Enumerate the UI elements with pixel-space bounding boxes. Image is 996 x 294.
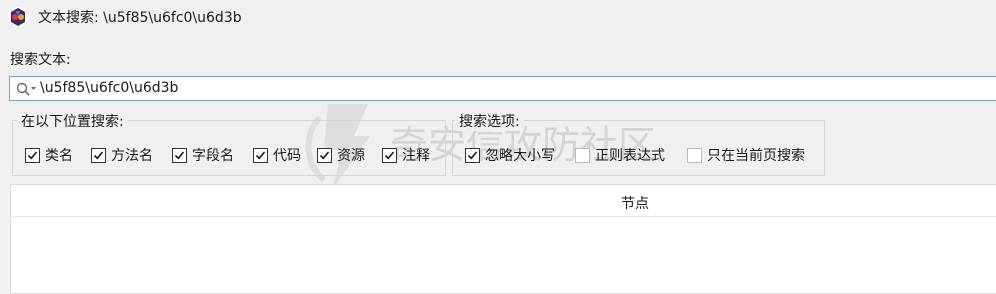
checkbox-label: 类名 [45, 148, 73, 164]
checkbox-current-page-only[interactable]: 只在当前页搜索 [687, 145, 805, 165]
checkbox-code[interactable]: 代码 [253, 145, 301, 165]
window-title: 文本搜索: \u5f85\u6fc0\u6d3b [38, 10, 242, 26]
checkbox-method-name[interactable]: 方法名 [91, 145, 153, 165]
checkbox-resource[interactable]: 资源 [317, 145, 365, 165]
checkbox-unchecked-icon[interactable] [687, 147, 702, 163]
app-logo-icon [8, 7, 28, 27]
checkbox-regex[interactable]: 正则表达式 [575, 145, 665, 165]
checkbox-class-name[interactable]: 类名 [25, 145, 73, 165]
checkbox-checked-icon[interactable] [253, 147, 268, 163]
search-input[interactable]: \u5f85\u6fc0\u6d3b [9, 76, 996, 101]
checkbox-label: 注释 [402, 148, 430, 164]
search-text-label: 搜索文本: [10, 52, 71, 68]
checkbox-label: 资源 [337, 148, 365, 164]
checkbox-label: 忽略大小写 [485, 148, 555, 164]
checkbox-checked-icon[interactable] [91, 147, 106, 163]
checkbox-ignore-case[interactable]: 忽略大小写 [465, 145, 555, 165]
search-options-group: 搜索选项: 忽略大小写 正则表达式 只在当前页搜索 [452, 111, 825, 176]
search-options-legend: 搜索选项: [455, 111, 524, 131]
checkbox-label: 字段名 [192, 148, 234, 164]
checkbox-checked-icon[interactable] [172, 147, 187, 163]
search-input-value[interactable]: \u5f85\u6fc0\u6d3b [40, 80, 178, 96]
checkbox-comment[interactable]: 注释 [382, 145, 430, 165]
checkbox-field-name[interactable]: 字段名 [172, 145, 234, 165]
results-table[interactable]: 节点 [10, 184, 996, 294]
title-bar: 文本搜索: \u5f85\u6fc0\u6d3b [0, 0, 996, 34]
checkbox-label: 代码 [273, 148, 301, 164]
checkbox-checked-icon[interactable] [465, 147, 480, 163]
search-dropdown-icon[interactable] [15, 81, 37, 97]
checkbox-label: 正则表达式 [595, 148, 665, 164]
checkbox-checked-icon[interactable] [25, 147, 40, 163]
checkbox-checked-icon[interactable] [382, 147, 397, 163]
checkbox-label: 方法名 [111, 148, 153, 164]
column-header-node[interactable]: 节点 [621, 193, 649, 213]
checkbox-unchecked-icon[interactable] [575, 147, 590, 163]
table-header: 节点 [11, 185, 996, 217]
checkbox-label: 只在当前页搜索 [707, 148, 805, 164]
checkbox-checked-icon[interactable] [317, 147, 332, 163]
search-location-group: 在以下位置搜索: 类名 方法名 字段名 代码 资源 注释 [12, 111, 446, 176]
search-location-legend: 在以下位置搜索: [17, 111, 128, 131]
